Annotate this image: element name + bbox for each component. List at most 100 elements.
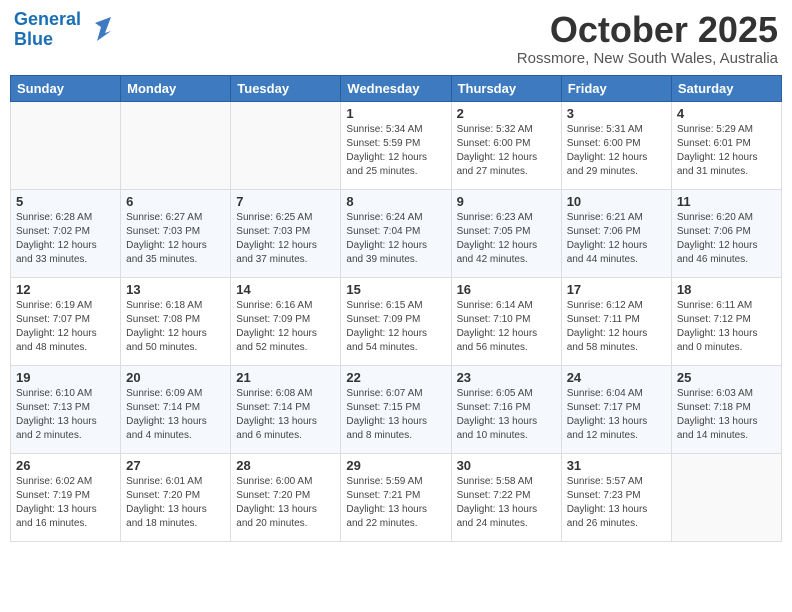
day-info: Sunrise: 6:12 AM Sunset: 7:11 PM Dayligh… bbox=[567, 299, 666, 355]
day-info: Sunrise: 5:58 AM Sunset: 7:22 PM Dayligh… bbox=[457, 475, 556, 531]
day-number: 31 bbox=[567, 458, 666, 473]
calendar-cell: 14 Sunrise: 6:16 AM Sunset: 7:09 PM Dayli… bbox=[231, 277, 341, 365]
day-info: Sunrise: 6:09 AM Sunset: 7:14 PM Dayligh… bbox=[126, 387, 225, 443]
day-number: 18 bbox=[677, 282, 776, 297]
day-number: 12 bbox=[16, 282, 115, 297]
weekday-header-thursday: Thursday bbox=[451, 75, 561, 101]
page-header: General Blue October 2025 Rossmore, New … bbox=[10, 10, 782, 67]
calendar-cell: 16 Sunrise: 6:14 AM Sunset: 7:10 PM Dayli… bbox=[451, 277, 561, 365]
calendar-cell: 11 Sunrise: 6:20 AM Sunset: 7:06 PM Dayli… bbox=[671, 189, 781, 277]
logo-icon bbox=[83, 15, 113, 45]
day-info: Sunrise: 6:01 AM Sunset: 7:20 PM Dayligh… bbox=[126, 475, 225, 531]
calendar-cell: 2Sunrise: 5:32 AM Sunset: 6:00 PM Daylig… bbox=[451, 101, 561, 189]
weekday-header-sunday: Sunday bbox=[11, 75, 121, 101]
day-number: 8 bbox=[346, 194, 445, 209]
calendar-cell bbox=[11, 101, 121, 189]
day-info: Sunrise: 6:20 AM Sunset: 7:06 PM Dayligh… bbox=[677, 211, 776, 267]
day-number: 30 bbox=[457, 458, 556, 473]
calendar-cell: 30 Sunrise: 5:58 AM Sunset: 7:22 PM Dayli… bbox=[451, 453, 561, 541]
day-number: 5 bbox=[16, 194, 115, 209]
calendar-cell: 3Sunrise: 5:31 AM Sunset: 6:00 PM Daylig… bbox=[561, 101, 671, 189]
calendar-cell: 10 Sunrise: 6:21 AM Sunset: 7:06 PM Dayli… bbox=[561, 189, 671, 277]
day-info: Sunrise: 6:28 AM Sunset: 7:02 PM Dayligh… bbox=[16, 211, 115, 267]
calendar-cell: 24 Sunrise: 6:04 AM Sunset: 7:17 PM Dayli… bbox=[561, 365, 671, 453]
day-number: 14 bbox=[236, 282, 335, 297]
weekday-header-monday: Monday bbox=[121, 75, 231, 101]
calendar-cell: 21 Sunrise: 6:08 AM Sunset: 7:14 PM Dayli… bbox=[231, 365, 341, 453]
day-info: Sunrise: 6:02 AM Sunset: 7:19 PM Dayligh… bbox=[16, 475, 115, 531]
logo-line2: Blue bbox=[14, 29, 53, 49]
weekday-header-tuesday: Tuesday bbox=[231, 75, 341, 101]
day-number: 24 bbox=[567, 370, 666, 385]
calendar-cell: 4Sunrise: 5:29 AM Sunset: 6:01 PM Daylig… bbox=[671, 101, 781, 189]
weekday-header-row: SundayMondayTuesdayWednesdayThursdayFrid… bbox=[11, 75, 782, 101]
day-number: 9 bbox=[457, 194, 556, 209]
calendar-cell: 22 Sunrise: 6:07 AM Sunset: 7:15 PM Dayli… bbox=[341, 365, 451, 453]
calendar-cell: 25 Sunrise: 6:03 AM Sunset: 7:18 PM Dayli… bbox=[671, 365, 781, 453]
day-number: 17 bbox=[567, 282, 666, 297]
day-info: Sunrise: 6:16 AM Sunset: 7:09 PM Dayligh… bbox=[236, 299, 335, 355]
day-number: 25 bbox=[677, 370, 776, 385]
day-number: 22 bbox=[346, 370, 445, 385]
day-number: 11 bbox=[677, 194, 776, 209]
day-info: Sunrise: 6:23 AM Sunset: 7:05 PM Dayligh… bbox=[457, 211, 556, 267]
calendar-cell bbox=[671, 453, 781, 541]
day-number: 2 bbox=[457, 106, 556, 121]
calendar-cell: 15Sunrise: 6:15 AM Sunset: 7:09 PM Dayli… bbox=[341, 277, 451, 365]
week-row-3: 12 Sunrise: 6:19 AM Sunset: 7:07 PM Dayli… bbox=[11, 277, 782, 365]
calendar-subtitle: Rossmore, New South Wales, Australia bbox=[517, 50, 778, 67]
calendar-cell: 19 Sunrise: 6:10 AM Sunset: 7:13 PM Dayli… bbox=[11, 365, 121, 453]
day-info: Sunrise: 6:15 AM Sunset: 7:09 PM Dayligh… bbox=[346, 299, 445, 355]
day-number: 26 bbox=[16, 458, 115, 473]
day-info: Sunrise: 5:57 AM Sunset: 7:23 PM Dayligh… bbox=[567, 475, 666, 531]
day-number: 7 bbox=[236, 194, 335, 209]
calendar-cell bbox=[231, 101, 341, 189]
day-info: Sunrise: 6:24 AM Sunset: 7:04 PM Dayligh… bbox=[346, 211, 445, 267]
logo-text: General Blue bbox=[14, 10, 81, 50]
day-number: 3 bbox=[567, 106, 666, 121]
day-info: Sunrise: 6:03 AM Sunset: 7:18 PM Dayligh… bbox=[677, 387, 776, 443]
calendar-cell: 28 Sunrise: 6:00 AM Sunset: 7:20 PM Dayli… bbox=[231, 453, 341, 541]
calendar-cell: 23Sunrise: 6:05 AM Sunset: 7:16 PM Dayli… bbox=[451, 365, 561, 453]
day-number: 21 bbox=[236, 370, 335, 385]
day-info: Sunrise: 6:04 AM Sunset: 7:17 PM Dayligh… bbox=[567, 387, 666, 443]
day-info: Sunrise: 6:08 AM Sunset: 7:14 PM Dayligh… bbox=[236, 387, 335, 443]
calendar-cell: 5 Sunrise: 6:28 AM Sunset: 7:02 PM Daylig… bbox=[11, 189, 121, 277]
calendar-cell: 6Sunrise: 6:27 AM Sunset: 7:03 PM Daylig… bbox=[121, 189, 231, 277]
day-info: Sunrise: 6:07 AM Sunset: 7:15 PM Dayligh… bbox=[346, 387, 445, 443]
calendar-cell: 7Sunrise: 6:25 AM Sunset: 7:03 PM Daylig… bbox=[231, 189, 341, 277]
day-number: 4 bbox=[677, 106, 776, 121]
day-number: 23 bbox=[457, 370, 556, 385]
day-number: 27 bbox=[126, 458, 225, 473]
calendar-table: SundayMondayTuesdayWednesdayThursdayFrid… bbox=[10, 75, 782, 542]
day-info: Sunrise: 5:34 AM Sunset: 5:59 PM Dayligh… bbox=[346, 123, 445, 179]
day-info: Sunrise: 6:10 AM Sunset: 7:13 PM Dayligh… bbox=[16, 387, 115, 443]
calendar-cell: 20Sunrise: 6:09 AM Sunset: 7:14 PM Dayli… bbox=[121, 365, 231, 453]
day-info: Sunrise: 6:14 AM Sunset: 7:10 PM Dayligh… bbox=[457, 299, 556, 355]
day-number: 6 bbox=[126, 194, 225, 209]
day-info: Sunrise: 5:59 AM Sunset: 7:21 PM Dayligh… bbox=[346, 475, 445, 531]
day-number: 16 bbox=[457, 282, 556, 297]
calendar-cell: 13 Sunrise: 6:18 AM Sunset: 7:08 PM Dayli… bbox=[121, 277, 231, 365]
calendar-cell: 1 Sunrise: 5:34 AM Sunset: 5:59 PM Daylig… bbox=[341, 101, 451, 189]
calendar-cell: 12 Sunrise: 6:19 AM Sunset: 7:07 PM Dayli… bbox=[11, 277, 121, 365]
day-number: 28 bbox=[236, 458, 335, 473]
day-number: 10 bbox=[567, 194, 666, 209]
day-info: Sunrise: 6:21 AM Sunset: 7:06 PM Dayligh… bbox=[567, 211, 666, 267]
day-info: Sunrise: 6:18 AM Sunset: 7:08 PM Dayligh… bbox=[126, 299, 225, 355]
calendar-cell: 9 Sunrise: 6:23 AM Sunset: 7:05 PM Daylig… bbox=[451, 189, 561, 277]
calendar-cell: 17 Sunrise: 6:12 AM Sunset: 7:11 PM Dayli… bbox=[561, 277, 671, 365]
day-info: Sunrise: 6:19 AM Sunset: 7:07 PM Dayligh… bbox=[16, 299, 115, 355]
weekday-header-saturday: Saturday bbox=[671, 75, 781, 101]
day-number: 1 bbox=[346, 106, 445, 121]
weekday-header-friday: Friday bbox=[561, 75, 671, 101]
week-row-1: 1 Sunrise: 5:34 AM Sunset: 5:59 PM Daylig… bbox=[11, 101, 782, 189]
week-row-4: 19 Sunrise: 6:10 AM Sunset: 7:13 PM Dayli… bbox=[11, 365, 782, 453]
day-number: 19 bbox=[16, 370, 115, 385]
week-row-2: 5 Sunrise: 6:28 AM Sunset: 7:02 PM Daylig… bbox=[11, 189, 782, 277]
weekday-header-wednesday: Wednesday bbox=[341, 75, 451, 101]
day-number: 13 bbox=[126, 282, 225, 297]
day-info: Sunrise: 6:00 AM Sunset: 7:20 PM Dayligh… bbox=[236, 475, 335, 531]
logo-line1: General bbox=[14, 9, 81, 29]
calendar-cell: 27 Sunrise: 6:01 AM Sunset: 7:20 PM Dayli… bbox=[121, 453, 231, 541]
